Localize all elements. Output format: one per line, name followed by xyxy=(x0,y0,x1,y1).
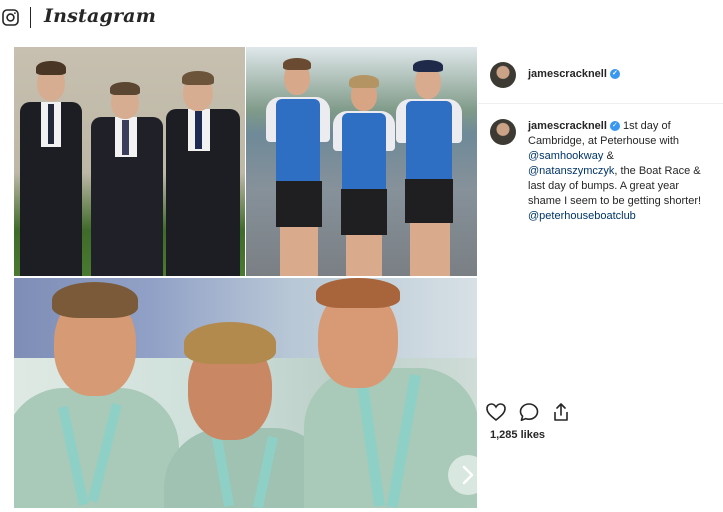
post-caption: jamescracknell ✓ 1st day of Cambridge, at… xyxy=(528,119,706,224)
avatar[interactable] xyxy=(490,62,516,88)
instagram-camera-icon[interactable] xyxy=(2,9,19,26)
mention-link[interactable]: @samhookway xyxy=(528,150,603,162)
topbar-divider xyxy=(30,7,31,28)
person-figure xyxy=(392,47,468,276)
collage-photo-gowns[interactable] xyxy=(14,47,245,276)
collage-photo-rowers[interactable] xyxy=(246,47,477,276)
post-sidebar: jamescracknell ✓ jamescracknell ✓ 1st day … xyxy=(478,47,723,512)
caption-username[interactable]: jamescracknell xyxy=(528,120,607,132)
person-figure xyxy=(14,278,184,508)
top-bar: Instagram xyxy=(0,0,723,36)
person-figure xyxy=(162,47,245,276)
comment-icon[interactable] xyxy=(518,401,540,423)
collage-photo-boat-race[interactable] xyxy=(14,278,477,508)
verified-badge-icon: ✓ xyxy=(609,69,620,80)
heart-icon[interactable] xyxy=(485,401,507,423)
avatar[interactable] xyxy=(490,119,516,145)
instagram-wordmark[interactable]: Instagram xyxy=(44,5,156,27)
verified-badge-icon: ✓ xyxy=(609,121,620,132)
chevron-right-icon xyxy=(462,465,474,485)
person-figure xyxy=(14,47,94,276)
share-icon[interactable] xyxy=(550,401,572,423)
person-figure xyxy=(330,47,400,276)
person-figure xyxy=(262,47,334,276)
username-text[interactable]: jamescracknell xyxy=(528,68,607,80)
post-username[interactable]: jamescracknell ✓ xyxy=(528,68,620,80)
caption-text: & xyxy=(606,150,614,162)
likes-count[interactable]: 1,285 likes xyxy=(490,429,545,441)
post-header: jamescracknell ✓ xyxy=(478,47,723,104)
person-figure xyxy=(89,47,169,276)
post-actions xyxy=(478,397,723,427)
mention-link[interactable]: @peterhouseboatclub xyxy=(528,210,636,222)
mention-link[interactable]: @natanszymczyk xyxy=(528,165,614,177)
